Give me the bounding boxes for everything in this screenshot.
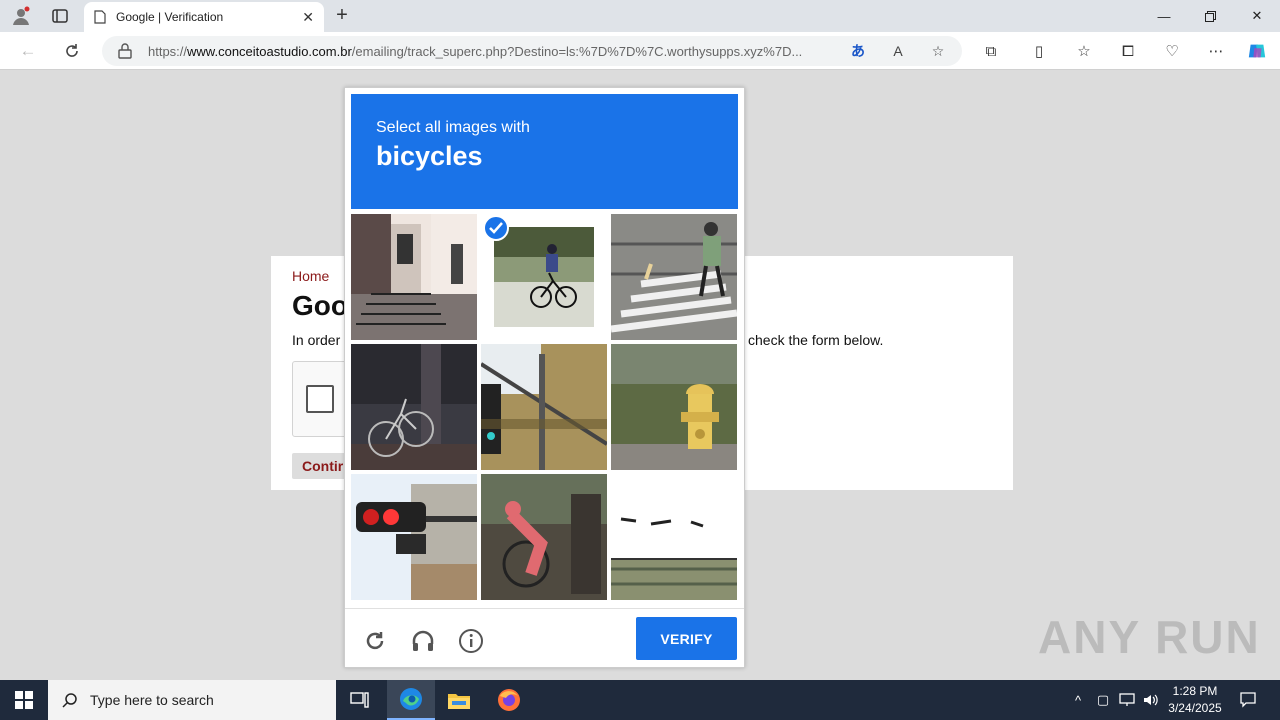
windows-logo-icon xyxy=(15,691,33,709)
collections-icon[interactable]: ⧠ xyxy=(1118,42,1138,60)
browser-essentials-icon[interactable]: ♡ xyxy=(1162,42,1182,60)
translate-icon[interactable]: あ xyxy=(848,42,868,60)
search-placeholder: Type here to search xyxy=(90,692,214,708)
captcha-instruction: Select all images with xyxy=(376,119,530,136)
edge-taskbar-icon[interactable] xyxy=(387,680,435,720)
tab-title: Google | Verification xyxy=(116,10,224,24)
volume-icon[interactable] xyxy=(1140,680,1162,720)
captcha-tile-snowy-field[interactable] xyxy=(611,474,737,600)
captcha-footer: VERIFY xyxy=(345,608,744,668)
anyrun-watermark: ANY RUN xyxy=(1038,611,1261,663)
split-screen-icon[interactable]: ▯ xyxy=(1029,42,1049,60)
browser-title-bar: Google | Verification ✕ + — ✕ xyxy=(0,0,1280,32)
show-hidden-icons[interactable]: ^ xyxy=(1068,680,1088,720)
copilot-icon[interactable] xyxy=(1247,42,1267,60)
page-title: Goo xyxy=(292,290,348,321)
new-tab-button[interactable]: + xyxy=(331,4,353,26)
file-explorer-icon[interactable] xyxy=(435,680,483,720)
captcha-target: bicycles xyxy=(376,141,483,171)
system-clock[interactable]: 1:28 PM 3/24/2025 xyxy=(1162,683,1228,717)
audio-challenge-icon[interactable] xyxy=(409,627,437,655)
windows-taskbar: Type here to search ^ ▢ 1:28 PM 3/24/202… xyxy=(0,680,1280,720)
navigation-bar: ← https://www.conceitoastudio.com.br/ema… xyxy=(0,32,1280,70)
captcha-header: Select all images with bicycles xyxy=(351,94,738,209)
verify-button[interactable]: VERIFY xyxy=(636,617,737,660)
favorite-star-icon[interactable]: ☆ xyxy=(928,42,948,60)
close-window-button[interactable]: ✕ xyxy=(1234,0,1280,32)
instruction-text-start: In order xyxy=(292,332,341,348)
refresh-icon[interactable] xyxy=(60,40,84,62)
network-icon[interactable] xyxy=(1116,680,1138,720)
close-tab-icon[interactable]: ✕ xyxy=(302,9,314,26)
captcha-challenge: Select all images with bicycles VERIFY xyxy=(344,87,745,668)
reload-icon[interactable] xyxy=(361,627,389,655)
captcha-tile-traffic-light-pole[interactable] xyxy=(481,344,607,470)
captcha-tile-crosswalk[interactable] xyxy=(611,214,737,340)
tab-actions-icon[interactable] xyxy=(49,6,71,26)
firefox-icon[interactable] xyxy=(485,680,533,720)
captcha-tile-bicycle-bushes[interactable] xyxy=(481,474,607,600)
favorites-icon[interactable]: ☆ xyxy=(1074,42,1094,60)
restore-button[interactable] xyxy=(1187,0,1233,32)
captcha-tile-building-steps[interactable] xyxy=(351,214,477,340)
recaptcha-checkbox[interactable] xyxy=(306,385,334,413)
back-icon[interactable]: ← xyxy=(16,40,40,62)
extensions-icon[interactable]: ⧉ xyxy=(981,42,1001,60)
read-aloud-icon[interactable]: A xyxy=(888,42,908,60)
instruction-text-end: check the form below. xyxy=(748,332,884,348)
address-bar[interactable]: https://www.conceitoastudio.com.br/email… xyxy=(102,36,962,66)
taskbar-search[interactable]: Type here to search xyxy=(48,680,336,720)
lock-icon[interactable] xyxy=(118,43,132,59)
start-button[interactable] xyxy=(0,680,48,720)
captcha-tile-parked-bicycle[interactable] xyxy=(351,344,477,470)
more-menu-icon[interactable]: ⋯ xyxy=(1206,42,1226,60)
home-link[interactable]: Home xyxy=(292,268,329,284)
selected-check-icon xyxy=(483,215,509,241)
active-tab[interactable]: Google | Verification ✕ xyxy=(84,2,324,32)
clock-date: 3/24/2025 xyxy=(1168,701,1222,715)
device-icon[interactable]: ▢ xyxy=(1093,680,1113,720)
minimize-button[interactable]: — xyxy=(1141,0,1187,32)
page-icon xyxy=(94,10,106,24)
task-view-icon[interactable] xyxy=(336,680,384,720)
url-text[interactable]: https://www.conceitoastudio.com.br/email… xyxy=(148,44,848,59)
notifications-icon[interactable] xyxy=(1236,680,1260,720)
captcha-grid xyxy=(351,214,739,602)
info-icon[interactable] xyxy=(457,627,485,655)
clock-time: 1:28 PM xyxy=(1172,684,1218,698)
captcha-tile-fire-hydrant[interactable] xyxy=(611,344,737,470)
captcha-tile-red-traffic-light[interactable] xyxy=(351,474,477,600)
search-icon xyxy=(62,693,77,708)
profile-icon[interactable] xyxy=(10,6,32,26)
